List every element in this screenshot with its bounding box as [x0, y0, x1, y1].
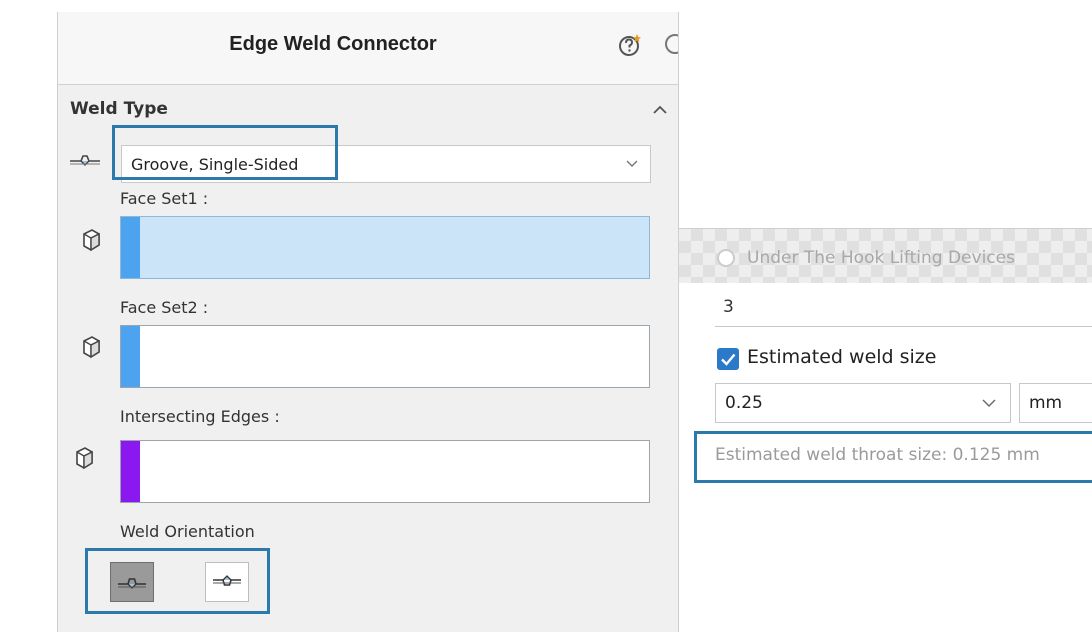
- panel-title: Edge Weld Connector: [229, 33, 437, 55]
- face-set1-color-bar: [121, 217, 140, 278]
- weld-size-dropdown[interactable]: 0.25: [715, 383, 1011, 423]
- groove-weld-icon: [70, 155, 100, 166]
- face-select-icon: [83, 336, 100, 359]
- weld-type-dropdown[interactable]: Groove, Single-Sided: [121, 145, 651, 183]
- face-select-icon: [83, 229, 100, 252]
- standard-label: Under The Hook Lifting Devices: [747, 248, 1015, 268]
- estimated-weld-size-checkbox[interactable]: [717, 348, 739, 370]
- standard-radio[interactable]: [717, 249, 735, 267]
- weld-size-value: 0.25: [725, 393, 763, 413]
- face-set2-selection-box[interactable]: [120, 325, 650, 388]
- face-set1-selection-box[interactable]: [120, 216, 650, 279]
- section-title-weld-type: Weld Type: [70, 99, 168, 119]
- face-set2-label: Face Set2 :: [120, 298, 209, 317]
- edges-color-bar: [121, 441, 140, 502]
- groove-weld-bottom-icon: [213, 575, 241, 586]
- count-value: 3: [723, 297, 734, 317]
- chevron-down-icon: [626, 160, 638, 167]
- groove-weld-top-icon: [118, 578, 146, 589]
- transparent-header-strip: Under The Hook Lifting Devices: [679, 229, 1092, 283]
- face-set1-label: Face Set1 :: [120, 189, 209, 208]
- unit-dropdown[interactable]: mm: [1019, 383, 1092, 423]
- panel-header: Edge Weld Connector: [58, 12, 678, 85]
- intersecting-edges-selection-box[interactable]: [120, 440, 650, 503]
- intersecting-edges-label: Intersecting Edges :: [120, 407, 280, 426]
- unit-value: mm: [1029, 393, 1063, 413]
- count-field[interactable]: 3: [715, 289, 1092, 327]
- weld-orientation-label: Weld Orientation: [120, 522, 255, 541]
- face-set2-color-bar: [121, 326, 140, 387]
- edge-select-icon: [76, 447, 93, 470]
- options-icon[interactable]: [665, 34, 678, 54]
- weld-size-panel: Under The Hook Lifting Devices 3 Estimat…: [678, 228, 1092, 491]
- orientation-bottom-button[interactable]: [205, 562, 249, 602]
- edge-weld-connector-panel: Edge Weld Connector Weld Type Groove, Si…: [57, 12, 679, 632]
- weld-type-value: Groove, Single-Sided: [131, 155, 299, 174]
- estimated-weld-size-label: Estimated weld size: [747, 346, 937, 368]
- orientation-top-button[interactable]: [110, 562, 154, 602]
- weld-throat-size-text: Estimated weld throat size: 0.125 mm: [715, 445, 1040, 465]
- help-icon[interactable]: [617, 32, 643, 58]
- chevron-down-icon: [982, 399, 996, 407]
- chevron-up-icon[interactable]: [652, 104, 668, 116]
- checkmark-icon: [721, 353, 736, 366]
